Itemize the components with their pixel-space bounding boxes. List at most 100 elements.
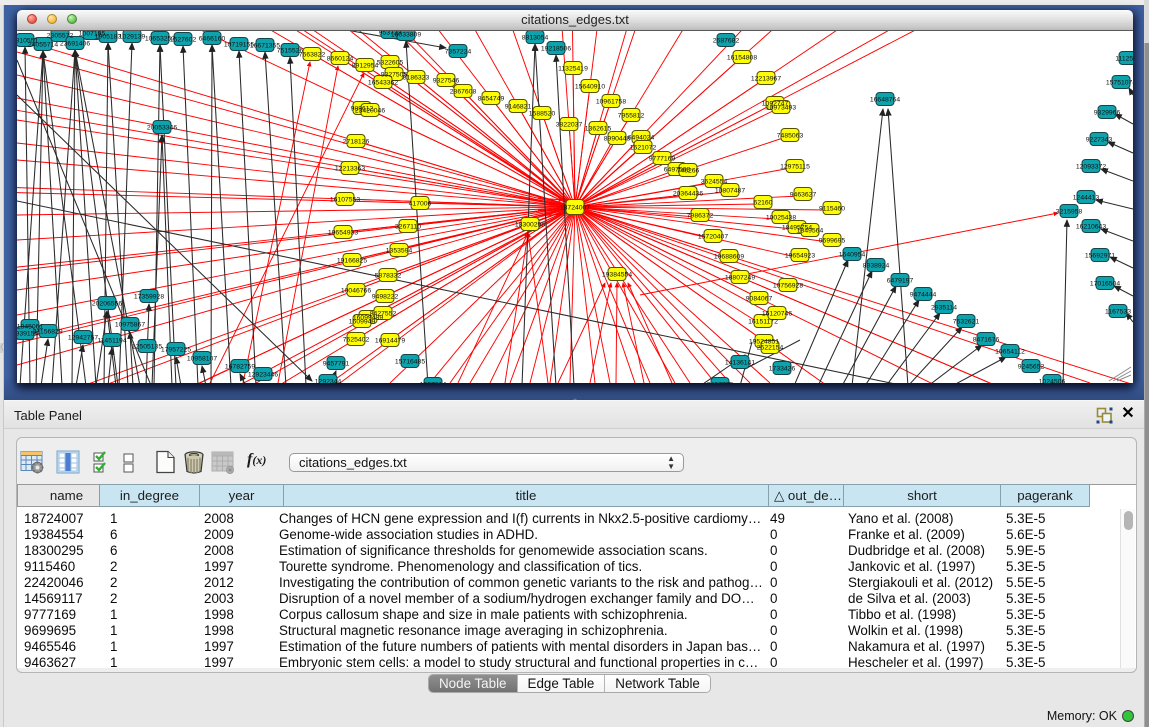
svg-text:16033809: 16033809 (391, 32, 421, 39)
svg-text:9699695: 9699695 (819, 238, 846, 245)
svg-text:12213967: 12213967 (751, 76, 781, 83)
svg-text:1029139: 1029139 (119, 34, 146, 41)
svg-text:15716485: 15716485 (395, 359, 425, 366)
svg-text:15720407: 15720407 (698, 234, 728, 241)
svg-text:20364436: 20364436 (673, 191, 703, 198)
svg-text:2522154: 2522154 (757, 345, 784, 352)
svg-text:1112549: 1112549 (1115, 56, 1133, 63)
svg-text:7632621: 7632621 (953, 319, 980, 326)
svg-text:7986372: 7986372 (687, 213, 714, 220)
svg-text:9329966: 9329966 (1094, 110, 1121, 117)
svg-text:6479197: 6479197 (887, 278, 914, 285)
svg-text:16648764: 16648764 (870, 97, 900, 104)
svg-text:9474444: 9474444 (910, 292, 937, 299)
svg-text:8186323: 8186323 (403, 75, 430, 82)
svg-text:3267110: 3267110 (395, 224, 421, 231)
svg-text:12093372: 12093372 (1076, 164, 1106, 171)
svg-text:9084067: 9084067 (746, 296, 773, 303)
svg-text:10025438: 10025438 (766, 215, 796, 222)
svg-text:9327546: 9327546 (433, 78, 460, 85)
svg-text:17359928: 17359928 (134, 294, 164, 301)
svg-text:2305572: 2305572 (47, 33, 74, 40)
svg-text:7955812: 7955812 (618, 113, 645, 120)
svg-text:10046766: 10046766 (341, 288, 371, 295)
svg-text:1640954: 1640954 (839, 252, 866, 259)
svg-text:3624554: 3624554 (701, 179, 728, 186)
svg-text:12923446: 12923446 (248, 372, 278, 379)
svg-text:12505135: 12505135 (132, 344, 162, 351)
svg-text:19166825: 19166825 (337, 258, 367, 265)
svg-text:9457793: 9457793 (707, 382, 734, 384)
svg-text:15751074: 15751074 (1106, 80, 1133, 87)
svg-text:8471676: 8471676 (973, 337, 1000, 344)
svg-text:8454749: 8454749 (478, 96, 505, 103)
svg-text:1244413: 1244413 (1073, 195, 1100, 202)
svg-text:15692971: 15692971 (1085, 253, 1115, 260)
svg-text:10756928: 10756928 (773, 283, 803, 290)
svg-text:10807487: 10807487 (715, 188, 745, 195)
svg-text:24055714: 24055714 (28, 42, 58, 49)
svg-text:23691406: 23691406 (60, 41, 90, 48)
svg-text:8938924: 8938924 (863, 263, 890, 270)
svg-text:1609949: 1609949 (349, 319, 376, 326)
svg-text:8990448: 8990448 (604, 136, 631, 143)
svg-text:10688609: 10688609 (714, 254, 744, 261)
svg-text:7357224: 7357224 (445, 49, 472, 56)
svg-text:5878332: 5878332 (375, 273, 402, 280)
svg-text:2687682: 2687682 (713, 38, 740, 45)
svg-text:1588520: 1588520 (529, 111, 556, 118)
svg-text:16151172: 16151172 (748, 319, 778, 326)
svg-text:9777169: 9777169 (649, 156, 676, 163)
svg-text:16154808: 16154808 (727, 55, 757, 62)
svg-text:10654112: 10654112 (995, 349, 1025, 356)
svg-text:18807249: 18807249 (725, 275, 755, 282)
svg-text:6466160: 6466160 (199, 36, 226, 43)
svg-text:19654923: 19654923 (785, 253, 815, 260)
svg-text:16120746: 16120746 (762, 311, 792, 318)
svg-text:1353594: 1353594 (386, 248, 413, 255)
svg-text:1849564: 1849564 (797, 228, 824, 235)
svg-text:16107553: 16107553 (330, 197, 360, 204)
svg-text:16543362: 16543362 (368, 80, 398, 87)
svg-text:12975115: 12975115 (780, 164, 810, 171)
svg-text:19218506: 19218506 (541, 46, 571, 53)
svg-text:18300295: 18300295 (515, 222, 545, 229)
svg-text:1024506: 1024506 (1039, 379, 1066, 384)
svg-text:417006: 417006 (409, 201, 432, 208)
svg-text:9115460: 9115460 (819, 206, 845, 213)
svg-text:7663822: 7663822 (299, 52, 326, 59)
svg-text:2867608: 2867608 (450, 89, 477, 96)
svg-text:5322605: 5322605 (377, 60, 404, 67)
svg-text:7625402: 7625402 (343, 337, 370, 344)
svg-text:9463627: 9463627 (790, 192, 817, 199)
svg-text:19384554: 19384554 (602, 272, 632, 279)
svg-text:17016504: 17016504 (1090, 281, 1120, 288)
svg-text:1621072: 1621072 (630, 145, 657, 152)
svg-text:1733426: 1733426 (769, 366, 796, 373)
svg-text:746266: 746266 (677, 168, 700, 175)
svg-text:18724007: 18724007 (560, 205, 590, 212)
svg-text:6494024: 6494024 (628, 135, 655, 142)
svg-text:14136141: 14136141 (725, 360, 755, 367)
svg-text:20206556: 20206556 (92, 301, 122, 308)
svg-text:11325419: 11325419 (558, 66, 588, 73)
svg-text:9498222: 9498222 (372, 294, 399, 301)
svg-text:11156829: 11156829 (33, 329, 62, 336)
svg-text:11451194: 11451194 (97, 338, 126, 345)
svg-text:3822037: 3822037 (556, 122, 583, 129)
svg-text:9245652: 9245652 (1018, 364, 1045, 371)
svg-text:16782759: 16782759 (225, 364, 255, 371)
svg-text:16210643: 16210643 (1076, 224, 1106, 231)
svg-text:19654933: 19654933 (328, 230, 358, 237)
svg-text:15640910: 15640910 (575, 84, 605, 91)
svg-text:1905183: 1905183 (95, 34, 122, 41)
svg-text:7485063: 7485063 (777, 133, 804, 140)
svg-text:2718126: 2718126 (343, 139, 370, 146)
svg-text:10958107: 10958107 (187, 356, 217, 363)
svg-text:1167533: 1167533 (1105, 309, 1131, 316)
svg-text:3215958: 3215958 (1056, 209, 1083, 216)
svg-text:17957225: 17957225 (161, 347, 191, 354)
svg-text:10973493: 10973493 (766, 105, 796, 112)
svg-text:8813054: 8813054 (522, 35, 549, 42)
svg-text:2935114: 2935114 (931, 305, 957, 312)
